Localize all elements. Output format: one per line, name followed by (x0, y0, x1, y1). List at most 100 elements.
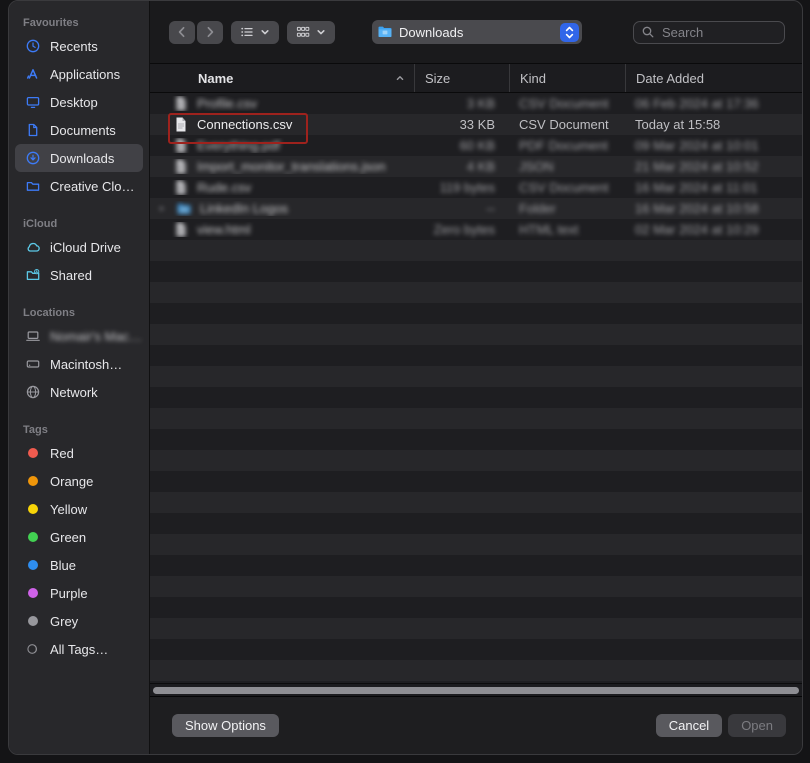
sidebar-section-title: Locations (9, 301, 149, 322)
file-name: Everything.pdf (197, 138, 280, 153)
sidebar-item-blue[interactable]: Blue (15, 551, 143, 579)
sidebar-item-label: Recents (50, 39, 98, 54)
sidebar-item-label: Applications (50, 67, 120, 82)
sidebar-item-applications[interactable]: Applications (15, 60, 143, 88)
empty-list-stripe (150, 597, 802, 618)
column-header-date-added[interactable]: Date Added (625, 64, 802, 92)
sidebar-item-network[interactable]: Network (15, 378, 143, 406)
file-doc-icon (172, 138, 190, 153)
sidebar-item-purple[interactable]: Purple (15, 579, 143, 607)
chevron-right-icon (202, 24, 218, 40)
all-tags-icon (24, 641, 42, 657)
file-row[interactable]: Connections.csv33 KBCSV DocumentToday at… (150, 114, 802, 135)
file-doc-icon (172, 117, 190, 132)
list-view-menu-button[interactable] (231, 21, 279, 44)
laptop-icon (24, 328, 42, 344)
file-row[interactable]: Rude.csv119 bytesCSV Document16 Mar 2024… (150, 177, 802, 198)
column-header-size[interactable]: Size (414, 64, 509, 92)
folder-popup-label: Downloads (399, 25, 560, 40)
file-date-added: 09 Mar 2024 at 10:01 (625, 138, 802, 153)
search-input[interactable] (660, 24, 777, 41)
file-date-added: 06 Feb 2024 at 17:36 (625, 96, 802, 111)
file-row[interactable]: ▸LinkedIn Logos--Folder16 Mar 2024 at 10… (150, 198, 802, 219)
tag-dot (24, 616, 42, 626)
up-down-chevrons-icon (564, 25, 575, 40)
column-label: Kind (520, 71, 546, 86)
disclosure-triangle-icon[interactable]: ▸ (160, 203, 168, 214)
file-row[interactable]: Profile.csv3 KBCSV Document06 Feb 2024 a… (150, 93, 802, 114)
empty-list-stripe (150, 471, 802, 492)
file-name: LinkedIn Logos (200, 201, 288, 216)
empty-list-stripe (150, 639, 802, 660)
empty-list-stripe (150, 408, 802, 429)
tag-dot (24, 476, 42, 486)
sidebar-item-all-tags[interactable]: All Tags… (15, 635, 143, 663)
file-name: Rude.csv (197, 180, 251, 195)
file-kind: HTML text (509, 222, 625, 237)
chevron-down-icon (315, 26, 327, 38)
file-kind: CSV Document (509, 117, 625, 132)
back-button[interactable] (169, 21, 195, 44)
horizontal-scrollbar[interactable] (150, 683, 802, 696)
open-button[interactable]: Open (728, 714, 786, 737)
popup-stepper-icon[interactable] (560, 23, 579, 42)
file-kind: PDF Document (509, 138, 625, 153)
column-label: Size (425, 71, 450, 86)
sidebar-item-downloads[interactable]: Downloads (15, 144, 143, 172)
column-header-kind[interactable]: Kind (509, 64, 625, 92)
show-options-button[interactable]: Show Options (172, 714, 279, 737)
column-header-name[interactable]: Name (150, 64, 414, 92)
sidebar-item-orange[interactable]: Orange (15, 467, 143, 495)
toolbar: Downloads (150, 1, 802, 63)
empty-list-stripe (150, 345, 802, 366)
globe-icon (24, 384, 42, 400)
sidebar-item-label: All Tags… (50, 642, 108, 657)
tag-dot (24, 532, 42, 542)
sidebar-item-label: Documents (50, 123, 116, 138)
file-date-added: Today at 15:58 (625, 117, 802, 132)
column-headers: Name Size Kind Date Added (150, 63, 802, 93)
sidebar-item-documents[interactable]: Documents (15, 116, 143, 144)
file-size: 60 KB (414, 138, 509, 153)
hard-drive-icon (24, 356, 42, 372)
sidebar-item-macintosh[interactable]: Macintosh… (15, 350, 143, 378)
sidebar-item-grey[interactable]: Grey (15, 607, 143, 635)
file-row[interactable]: Import_monitor_translations.json4 KBJSON… (150, 156, 802, 177)
sidebar-item-icloud-drive[interactable]: iCloud Drive (15, 233, 143, 261)
shared-folder-icon (24, 267, 42, 283)
sidebar-section-title: Favourites (9, 11, 149, 32)
tag-dot (24, 448, 42, 458)
sidebar-item-desktop[interactable]: Desktop (15, 88, 143, 116)
cancel-button[interactable]: Cancel (656, 714, 722, 737)
file-size: 33 KB (414, 117, 509, 132)
empty-list-stripe (150, 681, 802, 683)
sidebar-item-red[interactable]: Red (15, 439, 143, 467)
sort-ascending-icon (394, 72, 406, 84)
sidebar-item-green[interactable]: Green (15, 523, 143, 551)
empty-list-stripe (150, 282, 802, 303)
tag-dot (24, 588, 42, 598)
sidebar-item-creative-clo[interactable]: Creative Clo… (15, 172, 143, 200)
file-size: 4 KB (414, 159, 509, 174)
sidebar-item-recents[interactable]: Recents (15, 32, 143, 60)
sidebar-item-label: Red (50, 446, 74, 461)
sidebar-item-nomair-s-mac[interactable]: Nomair's Mac… (15, 322, 143, 350)
folder-location-popup[interactable]: Downloads (372, 20, 582, 44)
desktop-icon (24, 94, 42, 110)
file-date-added: 21 Mar 2024 at 10:52 (625, 159, 802, 174)
sidebar-item-shared[interactable]: Shared (15, 261, 143, 289)
file-date-added: 02 Mar 2024 at 10:29 (625, 222, 802, 237)
sidebar-section-locations: LocationsNomair's Mac…Macintosh…Network (9, 301, 149, 406)
search-field[interactable] (633, 21, 785, 44)
sidebar-item-yellow[interactable]: Yellow (15, 495, 143, 523)
forward-button[interactable] (197, 21, 223, 44)
file-kind: Folder (509, 201, 625, 216)
empty-list-stripe (150, 450, 802, 471)
group-view-menu-button[interactable] (287, 21, 335, 44)
empty-list-stripe (150, 555, 802, 576)
empty-list-stripe (150, 261, 802, 282)
sidebar-item-label: Purple (50, 586, 88, 601)
file-row[interactable]: Everything.pdf 60 KBPDF Document09 Mar 20… (150, 135, 802, 156)
file-row[interactable]: view.htmlZero bytesHTML text02 Mar 2024 … (150, 219, 802, 240)
horizontal-scrollbar-handle[interactable] (153, 687, 799, 694)
